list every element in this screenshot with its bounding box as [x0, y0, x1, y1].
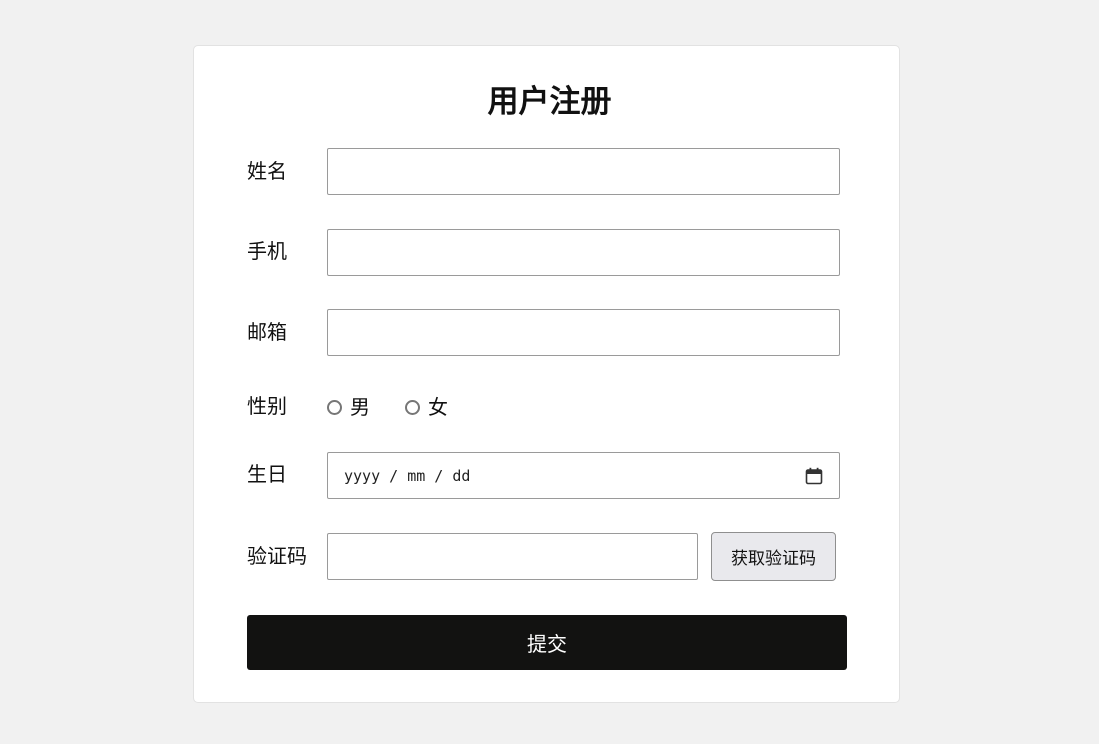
registration-card: [193, 45, 900, 703]
radio-unchecked-icon[interactable]: [327, 399, 342, 415]
name-input[interactable]: [327, 148, 840, 195]
gender-option-male[interactable]: 男: [327, 393, 370, 421]
calendar-icon[interactable]: [805, 467, 823, 485]
get-code-button[interactable]: 获取验证码: [711, 532, 836, 581]
gender-option-label: 男: [350, 395, 370, 419]
page-title: 用户注册: [487, 84, 612, 120]
submit-button[interactable]: 提交: [247, 615, 847, 670]
code-label: 验证码: [247, 544, 307, 568]
email-input[interactable]: [327, 309, 840, 356]
birthday-label: 生日: [247, 462, 287, 486]
name-label: 姓名: [247, 159, 287, 183]
email-label: 邮箱: [247, 320, 287, 344]
gender-label: 性别: [247, 394, 287, 418]
radio-unchecked-icon[interactable]: [405, 399, 420, 415]
birthday-date-input[interactable]: yyyy / mm / dd: [327, 452, 840, 499]
phone-label: 手机: [247, 239, 287, 263]
verification-code-input[interactable]: [327, 533, 698, 580]
gender-option-label: 女: [428, 395, 448, 419]
gender-option-female[interactable]: 女: [405, 393, 448, 421]
date-placeholder: yyyy / mm / dd: [344, 466, 471, 485]
phone-input[interactable]: [327, 229, 840, 276]
gender-radio-group: 男 女: [327, 393, 483, 421]
